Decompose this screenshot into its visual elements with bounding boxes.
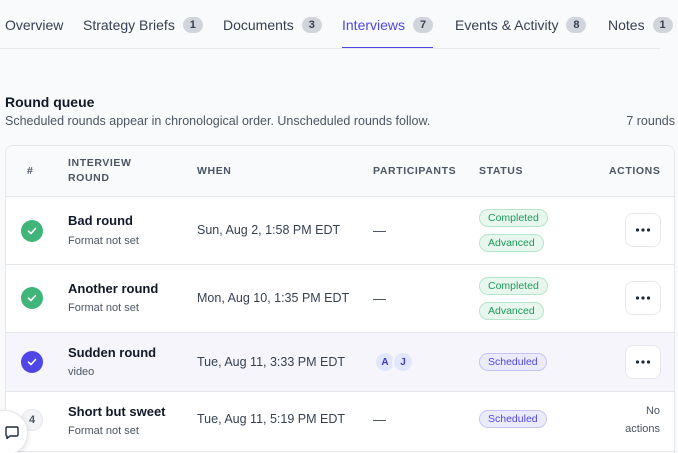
status-badge-completed: Completed (479, 209, 548, 227)
tab-label: Events & Activity (455, 17, 559, 33)
tab-strategy-briefs[interactable]: Strategy Briefs 1 (83, 0, 203, 50)
tab-overview[interactable]: Overview (5, 0, 63, 50)
round-when: Sun, Aug 2, 1:58 PM EDT (197, 223, 341, 237)
header-number: # (27, 165, 34, 177)
round-when: Mon, Aug 10, 1:35 PM EDT (197, 291, 350, 305)
participants-empty: — (373, 291, 386, 306)
chat-icon (5, 426, 19, 440)
avatar[interactable]: J (392, 351, 414, 373)
round-when: Tue, Aug 11, 5:19 PM EDT (197, 412, 345, 426)
tab-label: Interviews (342, 17, 406, 33)
tab-label: Overview (5, 17, 64, 33)
count-badge: 3 (301, 17, 322, 33)
round-when: Tue, Aug 11, 3:33 PM EDT (197, 355, 345, 369)
more-actions-button[interactable] (625, 281, 661, 315)
header-status: STATUS (479, 165, 524, 177)
round-format: video (68, 366, 95, 378)
status-badge-advanced: Advanced (479, 302, 544, 320)
rounds-table: # INTERVIEW ROUND WHEN PARTICIPANTS STAT… (5, 145, 675, 453)
round-name[interactable]: Short but sweet (68, 404, 166, 419)
count-badge: 1 (652, 17, 673, 33)
tab-label: Notes (608, 17, 645, 33)
ellipsis-icon (635, 228, 651, 232)
more-actions-button[interactable] (625, 213, 661, 247)
status-badge-scheduled: Scheduled (479, 353, 547, 371)
count-badge: 8 (566, 17, 587, 33)
no-actions-line: actions (625, 423, 660, 435)
round-format: Format not set (68, 425, 139, 437)
count-badge: 1 (182, 17, 203, 33)
completed-check-icon (21, 220, 43, 242)
table-row[interactable]: 4 Short but sweet Format not set Tue, Au… (6, 392, 674, 452)
tab-label: Strategy Briefs (83, 17, 175, 33)
participants-empty: — (373, 412, 386, 427)
participants-empty: — (373, 223, 386, 238)
no-actions-text: No actions (600, 402, 660, 438)
ellipsis-icon (635, 360, 651, 364)
header-actions: ACTIONS (609, 165, 661, 177)
round-name[interactable]: Bad round (68, 213, 133, 228)
completed-check-icon (21, 287, 43, 309)
section-subtitle: Scheduled rounds appear in chronological… (5, 114, 431, 128)
participant-avatars: A J (374, 351, 414, 373)
round-name[interactable]: Another round (68, 281, 158, 296)
round-format: Format not set (68, 302, 139, 314)
count-badge: 7 (413, 17, 434, 33)
ellipsis-icon (635, 296, 651, 300)
tab-label: Documents (223, 17, 294, 33)
table-row[interactable]: Sudden round video Tue, Aug 11, 3:33 PM … (6, 333, 674, 392)
section-title: Round queue (5, 94, 95, 110)
status-badge-scheduled: Scheduled (479, 410, 547, 428)
header-when: WHEN (197, 165, 232, 177)
status-badge-completed: Completed (479, 277, 548, 295)
more-actions-button[interactable] (625, 345, 661, 379)
current-check-icon (21, 351, 43, 373)
no-actions-line: No (645, 405, 660, 417)
tabs-divider (0, 48, 660, 49)
table-row[interactable]: Another round Format not set Mon, Aug 10… (6, 265, 674, 333)
table-header: # INTERVIEW ROUND WHEN PARTICIPANTS STAT… (6, 146, 674, 197)
header-interview-round: INTERVIEW ROUND (68, 157, 132, 184)
tab-events-activity[interactable]: Events & Activity 8 (455, 0, 587, 50)
round-name[interactable]: Sudden round (68, 345, 156, 360)
tab-documents[interactable]: Documents 3 (223, 0, 322, 50)
header-participants: PARTICIPANTS (373, 165, 457, 177)
table-row[interactable]: Bad round Format not set Sun, Aug 2, 1:5… (6, 197, 674, 265)
tab-bar: Overview Strategy Briefs 1 Documents 3 I… (0, 0, 678, 50)
tab-interviews[interactable]: Interviews 7 (342, 0, 434, 50)
tab-notes[interactable]: Notes 1 (608, 0, 673, 50)
status-badge-advanced: Advanced (479, 234, 544, 252)
rounds-count: 7 rounds (626, 114, 675, 128)
round-format: Format not set (68, 235, 139, 247)
